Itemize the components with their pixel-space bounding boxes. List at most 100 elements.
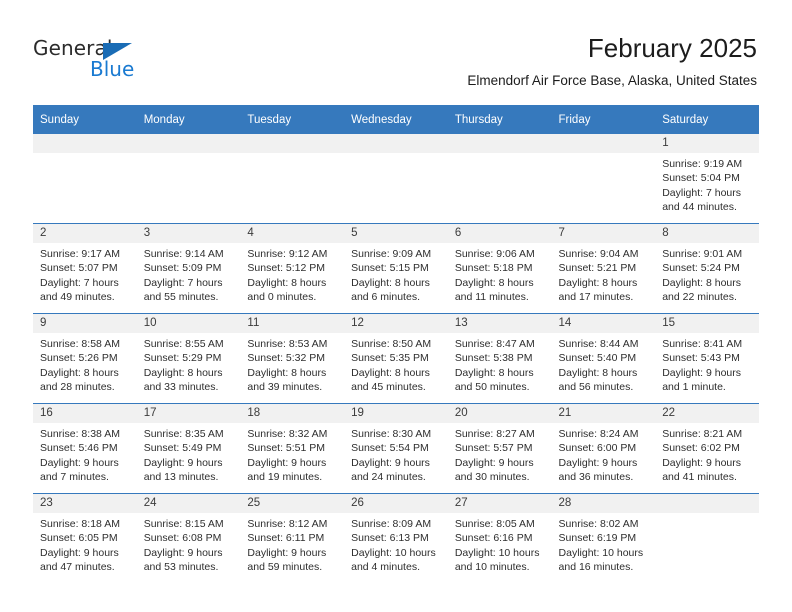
- weekday-header-wednesday: Wednesday: [344, 105, 448, 134]
- sunset-text: Sunset: 5:35 PM: [351, 352, 429, 365]
- weekday-header-saturday: Saturday: [655, 105, 759, 134]
- day-number: 26: [344, 494, 448, 513]
- calendar-day-cell[interactable]: 8 Sunrise: 9:01 AM Sunset: 5:24 PM Daylight…: [655, 223, 759, 314]
- calendar-day-cell[interactable]: 21 Sunrise: 8:24 AM Sunset: 6:00 PM Dayligh…: [551, 403, 656, 494]
- sunrise-text: Sunrise: 9:09 AM: [351, 248, 432, 260]
- day-details: Sunrise: 8:21 AM Sunset: 6:02 PM Daylight:…: [655, 423, 759, 485]
- day-details: Sunrise: 9:04 AM Sunset: 5:21 PM Daylight:…: [552, 243, 656, 305]
- sunset-text: Sunset: 5:49 PM: [143, 442, 222, 455]
- calendar-day-cell[interactable]: 7 Sunrise: 9:04 AM Sunset: 5:21 PM Daylight…: [551, 223, 656, 314]
- daylight-text-line1: Daylight: 8 hours: [454, 276, 534, 289]
- sunset-text: Sunset: 5:38 PM: [454, 352, 533, 365]
- sunset-text: Sunset: 5:43 PM: [662, 352, 740, 365]
- daylight-text-line1: Daylight: 7 hours: [662, 186, 742, 199]
- calendar-day-cell[interactable]: 2 Sunrise: 9:17 AM Sunset: 5:07 PM Daylight…: [33, 223, 137, 314]
- calendar-day-cell[interactable]: 11 Sunrise: 8:53 AM Sunset: 5:32 PM Dayligh…: [240, 313, 345, 404]
- daylight-text-line2: and 28 minutes.: [40, 381, 115, 394]
- calendar-day-cell[interactable]: 13 Sunrise: 8:47 AM Sunset: 5:38 PM Dayligh…: [447, 313, 552, 404]
- daylight-text-line2: and 4 minutes.: [351, 561, 420, 574]
- daylight-text-line2: and 19 minutes.: [247, 471, 323, 484]
- daylight-text-line2: and 6 minutes.: [351, 291, 420, 304]
- sunset-text: Sunset: 5:07 PM: [40, 262, 118, 275]
- day-number: 16: [33, 404, 137, 423]
- calendar-day-cell[interactable]: 27 Sunrise: 8:05 AM Sunset: 6:16 PM Dayligh…: [447, 493, 552, 583]
- calendar-day-cell[interactable]: 3 Sunrise: 9:14 AM Sunset: 5:09 PM Daylight…: [136, 223, 241, 314]
- page-header: General Blue February 2025 Elmendorf Air…: [0, 0, 792, 104]
- day-number: 20: [447, 404, 552, 423]
- calendar-day-cell[interactable]: 1 Sunrise: 9:19 AM Sunset: 5:04 PM Daylight…: [655, 134, 759, 224]
- daylight-text-line1: Daylight: 9 hours: [40, 456, 119, 469]
- general-blue-logo[interactable]: General Blue: [33, 36, 213, 84]
- daylight-text-line1: Daylight: 9 hours: [351, 456, 430, 469]
- sunrise-text: Sunrise: 8:21 AM: [662, 428, 743, 440]
- sunrise-text: Sunrise: 8:35 AM: [143, 428, 224, 440]
- calendar-day-cell[interactable]: 10 Sunrise: 8:55 AM Sunset: 5:29 PM Dayligh…: [136, 313, 241, 404]
- sunset-text: Sunset: 6:19 PM: [558, 532, 637, 545]
- sunrise-text: Sunrise: 8:15 AM: [143, 518, 224, 530]
- calendar-day-cell[interactable]: 14 Sunrise: 8:44 AM Sunset: 5:40 PM Dayligh…: [551, 313, 656, 404]
- calendar-day-cell[interactable]: 22 Sunrise: 8:21 AM Sunset: 6:02 PM Dayligh…: [655, 403, 759, 494]
- sunset-text: Sunset: 5:09 PM: [143, 262, 222, 275]
- calendar-day-cell[interactable]: 16 Sunrise: 8:38 AM Sunset: 5:46 PM Dayligh…: [33, 403, 137, 494]
- calendar-day-cell[interactable]: 24 Sunrise: 8:15 AM Sunset: 6:08 PM Dayligh…: [136, 493, 241, 583]
- day-details: Sunrise: 8:55 AM Sunset: 5:29 PM Daylight:…: [137, 333, 241, 395]
- calendar-week-row: 9 Sunrise: 8:58 AM Sunset: 5:26 PM Daylight…: [33, 313, 759, 404]
- daylight-text-line1: Daylight: 10 hours: [351, 546, 436, 559]
- day-details: Sunrise: 9:01 AM Sunset: 5:24 PM Daylight:…: [655, 243, 759, 305]
- daylight-text-line1: Daylight: 9 hours: [558, 456, 638, 469]
- daylight-text-line1: Daylight: 9 hours: [143, 456, 223, 469]
- sunset-text: Sunset: 5:57 PM: [454, 442, 533, 455]
- day-details: Sunrise: 8:53 AM Sunset: 5:32 PM Daylight:…: [240, 333, 344, 395]
- calendar-day-cell[interactable]: 9 Sunrise: 8:58 AM Sunset: 5:26 PM Daylight…: [33, 313, 137, 404]
- calendar-day-cell[interactable]: 25 Sunrise: 8:12 AM Sunset: 6:11 PM Dayligh…: [240, 493, 345, 583]
- day-details: Sunrise: 8:05 AM Sunset: 6:16 PM Daylight:…: [448, 513, 552, 575]
- calendar-day-cell[interactable]: 17 Sunrise: 8:35 AM Sunset: 5:49 PM Dayligh…: [136, 403, 241, 494]
- daylight-text-line2: and 44 minutes.: [662, 201, 737, 214]
- day-number: [551, 134, 656, 153]
- sunset-text: Sunset: 5:24 PM: [662, 262, 740, 275]
- day-number: [344, 134, 448, 153]
- daylight-text-line1: Daylight: 8 hours: [40, 366, 119, 379]
- sunset-text: Sunset: 5:54 PM: [351, 442, 429, 455]
- daylight-text-line1: Daylight: 8 hours: [351, 276, 430, 289]
- day-details: Sunrise: 8:24 AM Sunset: 6:00 PM Daylight:…: [552, 423, 656, 485]
- calendar-day-cell[interactable]: 18 Sunrise: 8:32 AM Sunset: 5:51 PM Dayligh…: [240, 403, 345, 494]
- sunset-text: Sunset: 5:29 PM: [143, 352, 222, 365]
- daylight-text-line1: Daylight: 7 hours: [143, 276, 223, 289]
- daylight-text-line2: and 10 minutes.: [454, 561, 530, 574]
- day-details: Sunrise: 8:32 AM Sunset: 5:51 PM Daylight:…: [240, 423, 344, 485]
- calendar-day-cell[interactable]: 6 Sunrise: 9:06 AM Sunset: 5:18 PM Daylight…: [447, 223, 552, 314]
- daylight-text-line2: and 39 minutes.: [247, 381, 323, 394]
- calendar-week-row: 2 Sunrise: 9:17 AM Sunset: 5:07 PM Daylight…: [33, 223, 759, 314]
- sunrise-text: Sunrise: 8:41 AM: [662, 338, 743, 350]
- calendar-day-cell[interactable]: 5 Sunrise: 9:09 AM Sunset: 5:15 PM Daylight…: [344, 223, 448, 314]
- day-number: 25: [240, 494, 345, 513]
- day-details: Sunrise: 9:14 AM Sunset: 5:09 PM Daylight:…: [137, 243, 241, 305]
- daylight-text-line2: and 33 minutes.: [143, 381, 219, 394]
- day-number: 17: [136, 404, 241, 423]
- sunset-text: Sunset: 6:02 PM: [662, 442, 740, 455]
- calendar-day-cell[interactable]: 15 Sunrise: 8:41 AM Sunset: 5:43 PM Dayligh…: [655, 313, 759, 404]
- calendar-day-cell[interactable]: 23 Sunrise: 8:18 AM Sunset: 6:05 PM Dayligh…: [33, 493, 137, 583]
- sunset-text: Sunset: 5:51 PM: [247, 442, 326, 455]
- calendar-day-cell-empty: [136, 134, 241, 224]
- day-number: 7: [551, 224, 656, 243]
- daylight-text-line2: and 49 minutes.: [40, 291, 115, 304]
- daylight-text-line2: and 11 minutes.: [454, 291, 529, 304]
- day-number: 12: [344, 314, 448, 333]
- calendar-day-cell[interactable]: 28 Sunrise: 8:02 AM Sunset: 6:19 PM Dayligh…: [551, 493, 656, 583]
- calendar-day-cell[interactable]: 4 Sunrise: 9:12 AM Sunset: 5:12 PM Daylight…: [240, 223, 345, 314]
- day-details: Sunrise: 9:12 AM Sunset: 5:12 PM Daylight:…: [240, 243, 344, 305]
- calendar-day-cell[interactable]: 20 Sunrise: 8:27 AM Sunset: 5:57 PM Dayligh…: [447, 403, 552, 494]
- calendar-day-cell[interactable]: 12 Sunrise: 8:50 AM Sunset: 5:35 PM Dayligh…: [344, 313, 448, 404]
- calendar-day-cell[interactable]: 19 Sunrise: 8:30 AM Sunset: 5:54 PM Dayligh…: [344, 403, 448, 494]
- daylight-text-line1: Daylight: 9 hours: [247, 546, 327, 559]
- day-details: Sunrise: 8:27 AM Sunset: 5:57 PM Daylight:…: [448, 423, 552, 485]
- calendar-day-cell[interactable]: 26 Sunrise: 8:09 AM Sunset: 6:13 PM Dayligh…: [344, 493, 448, 583]
- sunrise-text: Sunrise: 8:09 AM: [351, 518, 432, 530]
- weekday-header-monday: Monday: [136, 105, 241, 134]
- weekday-header-tuesday: Tuesday: [240, 105, 345, 134]
- day-number: 6: [447, 224, 552, 243]
- day-number: 27: [447, 494, 552, 513]
- weekday-header-sunday: Sunday: [33, 105, 137, 134]
